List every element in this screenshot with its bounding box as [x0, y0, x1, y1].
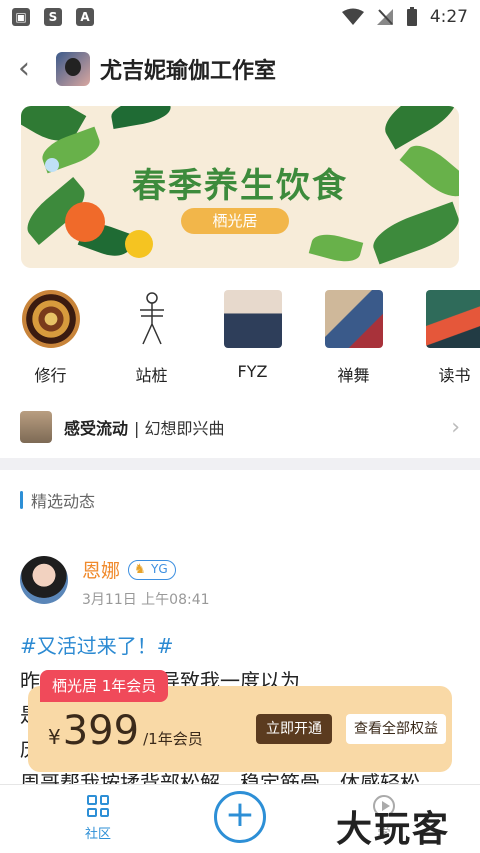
add-post-button[interactable]: +: [214, 791, 266, 843]
category-item[interactable]: 读书: [404, 290, 480, 390]
dance-photo: [324, 290, 383, 348]
status-time: 4:27: [429, 7, 468, 27]
text-icon: A: [76, 8, 94, 26]
section-accent-bar: [20, 491, 23, 509]
banner-tag: 栖光居: [181, 208, 289, 234]
circle-entry[interactable]: 感受流动 | 幻想即兴曲 ›: [0, 404, 480, 450]
back-icon[interactable]: ‹: [18, 54, 42, 84]
avatar[interactable]: [20, 556, 68, 604]
post-author[interactable]: 恩娜: [82, 556, 120, 583]
promo-banner[interactable]: 春季养生饮食 栖光居: [21, 106, 459, 268]
category-item[interactable]: 禅舞: [303, 290, 404, 390]
banner-title: 春季养生饮食: [132, 166, 348, 206]
post-hashtag[interactable]: #又活过来了！#: [20, 630, 174, 659]
no-sim-icon: [376, 9, 393, 25]
tab-label: 社区: [84, 827, 111, 842]
tab-community[interactable]: 社区: [72, 795, 124, 842]
category-item[interactable]: 修行: [0, 290, 101, 390]
chevron-right-icon: ›: [451, 414, 460, 440]
price-unit: /1年会员: [143, 730, 203, 748]
section-header: 精选动态: [20, 488, 95, 512]
member-badge: YG: [128, 559, 176, 580]
circle-subtitle: | 幻想即兴曲: [134, 419, 225, 438]
page-title: 尤吉妮瑜伽工作室: [100, 59, 277, 84]
section-title: 精选动态: [31, 492, 96, 511]
section-divider: [0, 458, 480, 470]
category-item[interactable]: FYZ: [202, 290, 303, 390]
mandala-icon: [21, 290, 80, 348]
circle-thumbnail: [20, 411, 52, 443]
watermark: 大玩客: [336, 809, 451, 850]
post-header: 恩娜 YG 3月11日 上午08:41: [20, 556, 210, 609]
circle-name: 感受流动: [64, 419, 129, 438]
view-benefits-button[interactable]: 查看全部权益: [346, 714, 446, 744]
post-time: 3月11日 上午08:41: [82, 592, 210, 608]
open-membership-button[interactable]: 立即开通: [256, 714, 332, 744]
price-display: ¥ 399 /1年会员: [48, 708, 203, 754]
category-item[interactable]: 站桩: [101, 290, 202, 390]
category-row: 修行 站桩 FYZ 禅舞 读书: [0, 290, 480, 390]
page-header: ‹ 尤吉妮瑜伽工作室: [0, 44, 480, 94]
status-bar: ▣ S A 4:27: [0, 0, 480, 34]
sogou-icon: S: [44, 8, 62, 26]
category-label: 修行: [34, 366, 67, 385]
battery-icon: [406, 7, 417, 26]
price-currency: ¥: [48, 725, 61, 749]
wifi-icon: [341, 8, 364, 25]
category-label: 禅舞: [337, 366, 370, 385]
category-label: FYZ: [237, 362, 268, 381]
standing-figure-icon: [123, 290, 181, 348]
price-amount: 399: [62, 708, 140, 754]
membership-tag: 栖光居 1年会员: [40, 670, 169, 702]
grid-icon: [87, 795, 109, 817]
book-photo: [425, 290, 480, 348]
yoga-photo: [223, 290, 282, 348]
studio-avatar[interactable]: [56, 52, 90, 86]
category-label: 站桩: [135, 366, 168, 385]
membership-popup: 栖光居 1年会员 ¥ 399 /1年会员 立即开通 查看全部权益: [28, 670, 452, 772]
category-label: 读书: [438, 366, 471, 385]
gallery-icon: ▣: [12, 8, 30, 26]
